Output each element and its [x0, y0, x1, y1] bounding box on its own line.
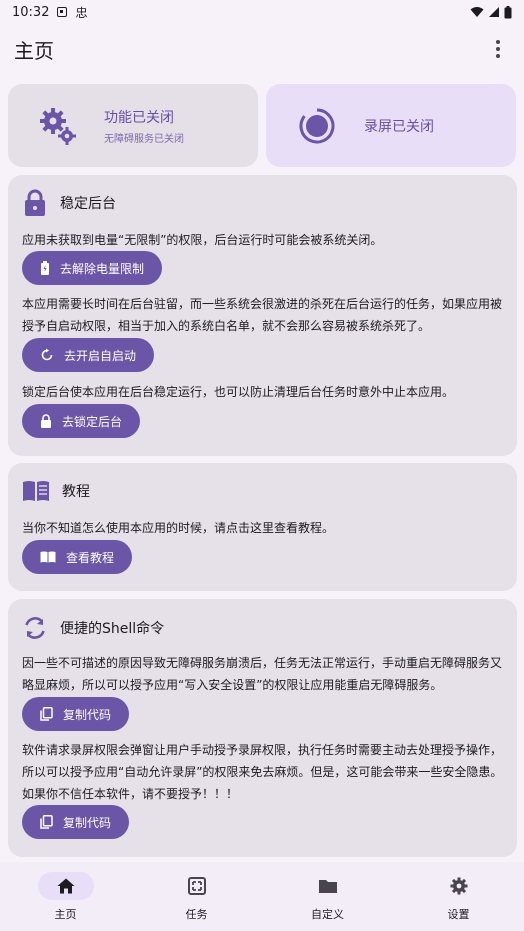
page-title: 主页	[14, 38, 54, 63]
tutorial-title: 教程	[62, 484, 90, 500]
stable-background-card: 稳定后台 应用未获取到电量“无限制”的权限，后台运行时可能会被系统关闭。 去解除…	[8, 175, 517, 456]
signal-icon	[489, 7, 499, 17]
stable-background-title: 稳定后台	[60, 196, 116, 212]
stable-background-header: 稳定后台	[22, 189, 116, 217]
tutorial-header: 教程	[22, 480, 90, 502]
accessibility-status-title: 功能已关闭	[104, 109, 174, 126]
accessibility-status-subtitle: 无障碍服务已关闭	[104, 133, 184, 145]
enable-autostart-label: 去开启自启动	[64, 348, 137, 363]
wifi-icon	[470, 7, 484, 17]
lock-icon	[41, 414, 51, 428]
more-options-button[interactable]	[486, 37, 510, 61]
notification-icon	[57, 7, 68, 17]
battery-text: 应用未获取到电量“无限制”的权限，后台运行时可能会被系统关闭。	[22, 233, 383, 247]
book-icon	[23, 481, 49, 501]
nav-tasks[interactable]: 任务	[131, 862, 262, 931]
remove-battery-limit-label: 去解除电量限制	[60, 261, 145, 276]
status-glyph: 忠	[75, 5, 88, 20]
tutorial-text: 当你不知道怎么使用本应用的时候，请点击这里查看教程。	[22, 521, 335, 535]
refresh-icon	[41, 348, 53, 361]
sync-icon	[25, 617, 45, 639]
tutorial-card: 教程 当你不知道怎么使用本应用的时候，请点击这里查看教程。 查看教程	[8, 463, 517, 591]
shell-command-header: 便捷的Shell命令	[22, 615, 164, 641]
accessibility-status-tile[interactable]: 功能已关闭 无障碍服务已关闭	[8, 84, 258, 167]
status-time: 10:32	[12, 4, 50, 20]
record-icon	[299, 108, 335, 143]
autostart-text: 本应用需要长时间在后台驻留，而一些系统会很激进的杀死在后台运行的任务，如果应用被…	[22, 297, 503, 333]
screen-recording-title: 录屏已关闭	[364, 118, 434, 135]
nav-custom-label: 自定义	[311, 908, 344, 921]
nav-settings[interactable]: 设置	[393, 862, 524, 931]
battery-icon	[504, 5, 512, 18]
remove-battery-limit-button[interactable]: 去解除电量限制	[22, 251, 163, 285]
shell-command-card: 便捷的Shell命令 因一些不可描述的原因导致无障碍服务崩溃后，任务无法正常运行…	[8, 599, 517, 857]
book-icon	[40, 551, 56, 563]
screen-recording-tile[interactable]: 录屏已关闭	[266, 84, 516, 167]
lock-background-button[interactable]: 去锁定后台	[22, 404, 141, 438]
more-vert-icon	[496, 40, 500, 44]
shell-restart-text: 因一些不可描述的原因导致无障碍服务崩溃后，任务无法正常运行，手动重启无障碍服务又…	[22, 656, 503, 692]
gears-icon	[40, 107, 76, 145]
shell-recording-text: 软件请求录屏权限会弹窗让用户手动授予录屏权限，执行任务时需要主动去处理授予操作，…	[22, 743, 503, 801]
bottom-navigation: 主页 任务 自定义 设置	[0, 862, 524, 931]
task-icon	[187, 877, 206, 895]
nav-settings-label: 设置	[447, 908, 470, 921]
nav-custom[interactable]: 自定义	[262, 862, 393, 931]
copy-code-button-2[interactable]: 复制代码	[22, 805, 130, 839]
copy-icon	[40, 815, 53, 829]
shell-command-title: 便捷的Shell命令	[60, 621, 165, 637]
view-tutorial-label: 查看教程	[66, 550, 115, 565]
lock-icon	[25, 189, 45, 216]
view-tutorial-button[interactable]: 查看教程	[22, 540, 133, 574]
status-bar: 10:32 忠	[0, 0, 524, 24]
copy-icon	[40, 707, 53, 721]
copy-code-label-2: 复制代码	[63, 815, 112, 830]
lock-background-label: 去锁定后台	[62, 414, 123, 429]
battery-icon	[41, 261, 49, 275]
nav-home[interactable]: 主页	[0, 862, 131, 931]
home-icon	[57, 878, 74, 894]
enable-autostart-button[interactable]: 去开启自启动	[22, 338, 155, 372]
copy-code-label-1: 复制代码	[63, 707, 112, 722]
copy-code-button-1[interactable]: 复制代码	[22, 697, 130, 731]
nav-home-label: 主页	[54, 908, 77, 921]
app-bar: 主页	[0, 24, 524, 74]
folder-icon	[318, 880, 337, 893]
lock-background-text: 锁定后台使本应用在后台稳定运行，也可以防止清理后台任务时意外中止本应用。	[22, 385, 455, 399]
nav-tasks-label: 任务	[185, 908, 208, 921]
gear-icon	[450, 877, 467, 895]
